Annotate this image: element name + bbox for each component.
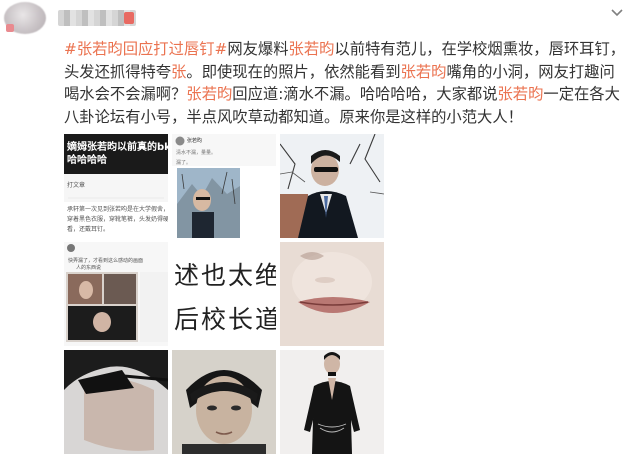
image-large-text: 述也太绝 xyxy=(174,261,276,290)
chevron-down-icon[interactable] xyxy=(610,6,624,20)
post-text-segment: 。即使现在的照片，依然能看到 xyxy=(186,62,401,81)
image-photo-sunglasses[interactable] xyxy=(280,134,384,238)
post-text-segment: 网友爆料 xyxy=(227,40,289,58)
image-small-text: 穿着黑色衣服，穿靴笔裤，头发奶得硬邦 xyxy=(67,216,168,223)
name-link[interactable]: 张若昀 xyxy=(186,85,232,103)
image-small-text: 承轩第一次见到张若昀是在大学假舍， xyxy=(67,206,168,213)
image-profile-sunglasses[interactable] xyxy=(64,350,168,454)
topic-tag-link[interactable]: #张若昀回应打过唇钉# xyxy=(64,40,227,58)
photo-graphic xyxy=(64,350,168,454)
image-portrait-young[interactable] xyxy=(172,350,276,454)
photo-graphic xyxy=(172,350,276,454)
image-title-text: 哈哈哈哈 xyxy=(67,155,107,166)
photo-graphic xyxy=(280,134,384,238)
image-screenshot-text[interactable]: 嫡姆张若昀以前真的bking吧 哈哈哈哈 打文章 承轩第一次见到张若昀是在大学假… xyxy=(64,134,168,238)
image-small-text: 漏了。 xyxy=(176,160,192,166)
image-social-screenshot[interactable]: 张若昀 清水不漏，量量。 漏了。 xyxy=(172,134,276,238)
post-text-segment: 回应道:滴水不漏。哈哈哈哈，大家都说 xyxy=(232,85,498,104)
image-small-text: 看，还戴耳钉。 xyxy=(67,226,110,233)
image-black-suit[interactable] xyxy=(280,350,384,454)
image-lips-closeup[interactable] xyxy=(280,242,384,346)
photo-graphic xyxy=(280,350,384,454)
post-body: #张若昀回应打过唇钉#网友爆料张若昀以前特有范儿，在学校烟熏妆，唇环耳钉，头发还… xyxy=(64,38,630,128)
image-large-text: 后校长道 xyxy=(174,305,276,334)
image-text-crop[interactable]: 述也太绝 后校长道 xyxy=(172,242,276,346)
image-username-text: 张若昀 xyxy=(187,138,203,144)
name-link[interactable]: 张 xyxy=(171,63,186,81)
image-small-text: 快弄漏了，才看到这么感动的画面 xyxy=(68,258,144,264)
name-link[interactable]: 张若昀 xyxy=(289,40,335,58)
avatar-badge xyxy=(6,24,14,32)
user-badge-icon xyxy=(124,12,134,24)
name-link[interactable]: 张若昀 xyxy=(498,85,544,103)
photo-graphic xyxy=(280,242,384,346)
image-comment-screenshot[interactable]: 快弄漏了，才看到这么感动的画面 人的东西说 xyxy=(64,242,168,346)
image-small-text: 人的东西说 xyxy=(76,265,102,271)
post-header xyxy=(0,0,640,36)
image-small-text: 清水不漏，量量。 xyxy=(176,150,217,156)
name-link[interactable]: 张若昀 xyxy=(401,63,447,81)
image-small-text: 打文章 xyxy=(67,182,86,189)
